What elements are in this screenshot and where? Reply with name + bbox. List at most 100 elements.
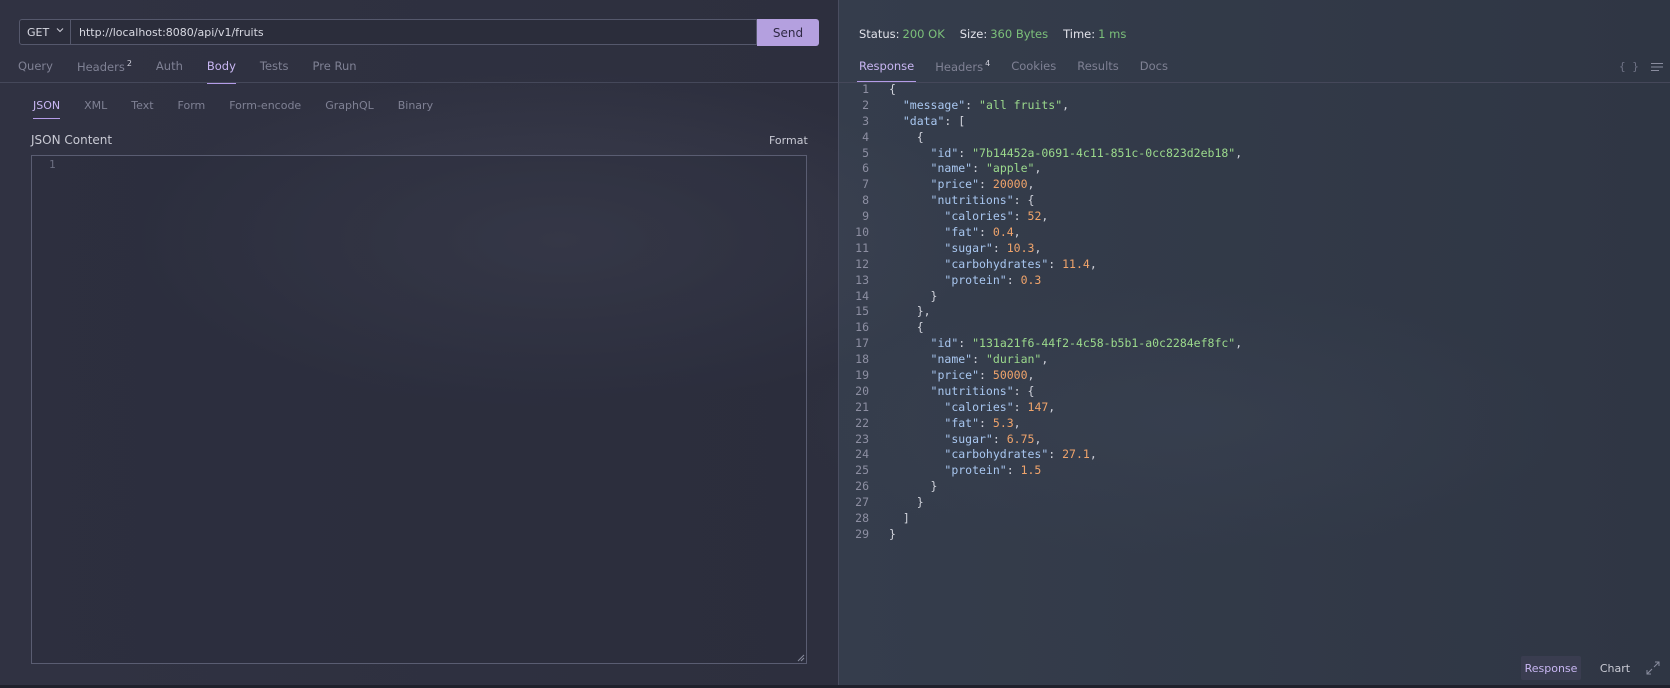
code-line: 19 "price": 50000,	[839, 368, 1670, 384]
divider	[0, 82, 838, 83]
line-number: 12	[855, 256, 869, 271]
method-select[interactable]: GET	[19, 19, 71, 45]
code-text: }	[930, 288, 938, 303]
line-number: 14	[855, 288, 869, 303]
expand-icon[interactable]	[1646, 661, 1660, 675]
code-text: },	[916, 304, 931, 319]
line-number: 28	[855, 511, 869, 526]
body-type-json[interactable]: JSON	[33, 99, 61, 119]
resize-grip-icon[interactable]	[796, 653, 805, 662]
code-text: "name": "durian",	[930, 352, 1049, 367]
tab-headers[interactable]: Headers 2	[77, 59, 132, 81]
code-text: "calories": 147,	[944, 399, 1056, 414]
body-type-form-encode[interactable]: Form-encode	[229, 99, 301, 117]
line-number: 11	[855, 240, 869, 255]
code-text: "carbohydrates": 27.1,	[944, 447, 1097, 462]
tab-label: Headers	[935, 59, 984, 74]
code-text: {	[916, 320, 924, 335]
code-line: 26 }	[839, 479, 1670, 495]
tab-query[interactable]: Query	[18, 59, 53, 81]
json-body-editor[interactable]: 1	[31, 155, 807, 664]
tab-label: Auth	[155, 59, 183, 73]
line-number: 6	[862, 161, 869, 176]
code-line: 22 "fat": 5.3,	[839, 416, 1670, 432]
code-line: 8 "nutritions": {	[839, 193, 1670, 209]
response-view-toggle: Response Chart	[839, 656, 1670, 684]
line-number: 17	[855, 336, 869, 351]
line-number: 27	[855, 495, 869, 510]
line-number: 15	[855, 304, 869, 319]
line-number: 5	[862, 145, 869, 160]
time-value: 1 ms	[1098, 27, 1127, 41]
line-number: 9	[862, 209, 869, 224]
wrap-lines-icon[interactable]	[1651, 62, 1663, 72]
line-number: 21	[855, 399, 869, 414]
url-input[interactable]: http://localhost:8080/api/v1/fruits	[71, 19, 757, 45]
code-text: {	[889, 82, 896, 96]
line-number: 20	[855, 383, 869, 398]
json-content-label: JSON Content	[31, 133, 113, 147]
line-number: 29	[855, 526, 869, 541]
code-line: 5 "id": "7b14452a-0691-4c11-851c-0cc823d…	[839, 146, 1670, 162]
response-tab-results[interactable]: Results	[1077, 59, 1119, 80]
tab-label: Query	[18, 59, 53, 73]
code-text: }	[930, 479, 938, 494]
line-number: 22	[855, 415, 869, 430]
line-number: 2	[862, 97, 869, 112]
code-text: }	[889, 526, 896, 541]
code-line: 20 "nutritions": {	[839, 384, 1670, 400]
code-text: "carbohydrates": 11.4,	[944, 256, 1097, 271]
code-line: 29}	[839, 527, 1670, 543]
code-text: "sugar": 10.3,	[944, 240, 1042, 255]
response-tab-docs[interactable]: Docs	[1140, 59, 1168, 80]
code-text: "data": [	[902, 113, 966, 128]
send-button[interactable]: Send	[757, 19, 819, 46]
line-number: 18	[855, 352, 869, 367]
code-text: "sugar": 6.75,	[944, 431, 1042, 446]
code-line: 18 "name": "durian",	[839, 352, 1670, 368]
body-type-xml[interactable]: XML	[84, 99, 107, 117]
line-number: 4	[862, 129, 869, 144]
code-text: ]	[902, 511, 910, 526]
tab-tests[interactable]: Tests	[260, 59, 289, 81]
code-line: 16 {	[839, 320, 1670, 336]
braces-icon[interactable]: { }	[1619, 60, 1639, 73]
response-view-button[interactable]: Response	[1521, 656, 1581, 680]
tab-auth[interactable]: Auth	[156, 59, 183, 81]
tab-label: Body	[206, 59, 236, 73]
code-text: "calories": 52,	[944, 209, 1049, 224]
code-line: 25 "protein": 1.5	[839, 463, 1670, 479]
response-tab-headers[interactable]: Headers 4	[935, 59, 990, 80]
format-button[interactable]: Format	[769, 134, 808, 147]
line-number: 19	[855, 368, 869, 383]
tab-pre-run[interactable]: Pre Run	[313, 59, 357, 81]
code-text: "price": 20000,	[930, 177, 1035, 192]
response-tabs: Response Headers 4 Cookies Results Docs	[856, 59, 1189, 83]
code-line: 1{	[839, 82, 1670, 98]
code-text: {	[916, 129, 924, 144]
code-line: 3 "data": [	[839, 114, 1670, 130]
tab-body[interactable]: Body	[206, 59, 236, 84]
body-type-form[interactable]: Form	[178, 99, 206, 117]
body-type-text[interactable]: Text	[131, 99, 153, 117]
body-type-binary[interactable]: Binary	[398, 99, 433, 117]
code-text: "protein": 1.5	[944, 463, 1042, 478]
chevron-down-icon	[56, 28, 64, 33]
code-line: 15 },	[839, 304, 1670, 320]
body-type-graphql[interactable]: GraphQL	[325, 99, 374, 117]
tab-count-badge: 4	[985, 59, 991, 68]
line-number: 8	[862, 193, 869, 208]
response-tab-response[interactable]: Response	[856, 59, 917, 83]
response-tab-cookies[interactable]: Cookies	[1011, 59, 1056, 80]
tab-label: Response	[859, 59, 915, 73]
request-panel: GET http://localhost:8080/api/v1/fruits …	[0, 0, 838, 685]
code-line: 23 "sugar": 6.75,	[839, 432, 1670, 448]
code-line: 13 "protein": 0.3	[839, 273, 1670, 289]
size-label: Size:	[959, 27, 988, 41]
status-label: Status:	[859, 27, 900, 41]
code-text: "fat": 0.4,	[944, 225, 1021, 240]
body-type-tabs: JSON XML Text Form Form-encode GraphQL Binary	[33, 99, 457, 119]
chart-view-button[interactable]: Chart	[1593, 656, 1637, 680]
code-line: 14 }	[839, 289, 1670, 305]
time-label: Time:	[1063, 27, 1096, 41]
